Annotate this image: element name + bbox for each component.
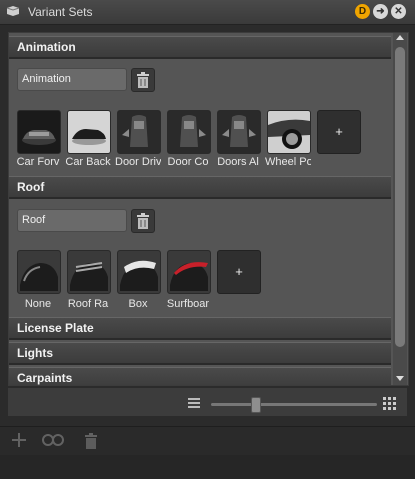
add-variant-button[interactable]: +	[317, 110, 361, 154]
scroll-down-arrow-icon[interactable]	[396, 376, 404, 381]
variant-thumbnail[interactable]	[117, 110, 161, 154]
variant-thumbnail[interactable]	[267, 110, 311, 154]
doors-all-thumb-icon	[218, 111, 260, 153]
bottom-toolbar	[0, 426, 415, 455]
variant-thumbnail[interactable]	[17, 250, 61, 294]
variant-thumbnail[interactable]	[217, 110, 261, 154]
section-header-animation[interactable]: Animation	[9, 36, 391, 59]
variant-set-name-field[interactable]: Roof	[17, 209, 127, 232]
slider-handle[interactable]	[250, 397, 261, 413]
section-header-roof[interactable]: Roof	[9, 176, 391, 199]
section-title: Carpaints	[17, 371, 73, 385]
variant-label: Car Forv	[16, 156, 60, 168]
variant-label: Wheel Po	[265, 156, 311, 168]
roof-none-thumb-icon	[18, 251, 60, 293]
variant-thumbnail[interactable]	[67, 110, 111, 154]
list-view-icon[interactable]	[188, 398, 200, 408]
section-header-license-plate[interactable]: License Plate	[9, 317, 391, 340]
section-title: Roof	[17, 180, 45, 194]
section-title: License Plate	[17, 321, 94, 335]
variant-thumbnail[interactable]	[17, 110, 61, 154]
door-driver-thumb-icon	[118, 111, 160, 153]
close-icon[interactable]: ✕	[391, 4, 406, 19]
car-back-thumb-icon	[68, 111, 110, 153]
delete-set-button[interactable]	[131, 68, 155, 92]
add-variant-button[interactable]: +	[217, 250, 261, 294]
section-title: Lights	[17, 346, 53, 360]
delete-set-button[interactable]	[131, 209, 155, 233]
d-badge-button[interactable]: D	[355, 4, 370, 19]
variant-thumbnail[interactable]	[167, 110, 211, 154]
variant-thumbnail[interactable]	[117, 250, 161, 294]
variant-thumbnail[interactable]	[167, 250, 211, 294]
section-header-carpaints[interactable]: Carpaints	[9, 367, 391, 385]
variant-label: Box	[128, 298, 148, 310]
arrow-right-icon[interactable]: ➜	[373, 4, 388, 19]
vertical-scrollbar[interactable]	[393, 33, 407, 385]
roof-surfboard-thumb-icon	[168, 251, 210, 293]
link-icon[interactable]	[42, 433, 64, 447]
scrollbar-thumb[interactable]	[395, 47, 405, 347]
section-header-lights[interactable]: Lights	[9, 342, 391, 365]
wheel-position-thumb-icon	[268, 111, 310, 153]
window-title: Variant Sets	[28, 5, 93, 19]
roof-box-thumb-icon	[118, 251, 160, 293]
roof-rack-thumb-icon	[68, 251, 110, 293]
grid-view-icon[interactable]	[383, 397, 397, 411]
section-title: Animation	[17, 40, 76, 54]
variant-thumbnail[interactable]	[67, 250, 111, 294]
variant-label: Surfboar	[166, 298, 210, 310]
thumbnail-size-slider[interactable]	[211, 403, 377, 406]
trash-icon[interactable]	[84, 433, 98, 449]
car-front-thumb-icon	[18, 111, 60, 153]
thumbnail-size-bar	[8, 388, 407, 416]
variant-label: Roof Ra	[67, 298, 109, 310]
trash-icon	[137, 213, 149, 229]
variant-label: None	[24, 298, 52, 310]
app-icon	[6, 6, 20, 16]
variant-label: Door Driv	[115, 156, 161, 168]
variant-set-name-field[interactable]: Animation	[17, 68, 127, 91]
variant-label: Doors Al	[217, 156, 259, 168]
scroll-up-arrow-icon[interactable]	[396, 35, 404, 40]
add-icon[interactable]	[12, 433, 26, 447]
variant-label: Door Co	[167, 156, 209, 168]
variant-label: Car Back	[65, 156, 111, 168]
title-bar: Variant Sets D ➜ ✕	[0, 0, 415, 25]
footer-strip	[0, 455, 415, 479]
variant-sets-panel: Animation Animation Car Forv Car Back Do…	[8, 32, 409, 386]
door-codriver-thumb-icon	[168, 111, 210, 153]
trash-icon	[137, 72, 149, 88]
